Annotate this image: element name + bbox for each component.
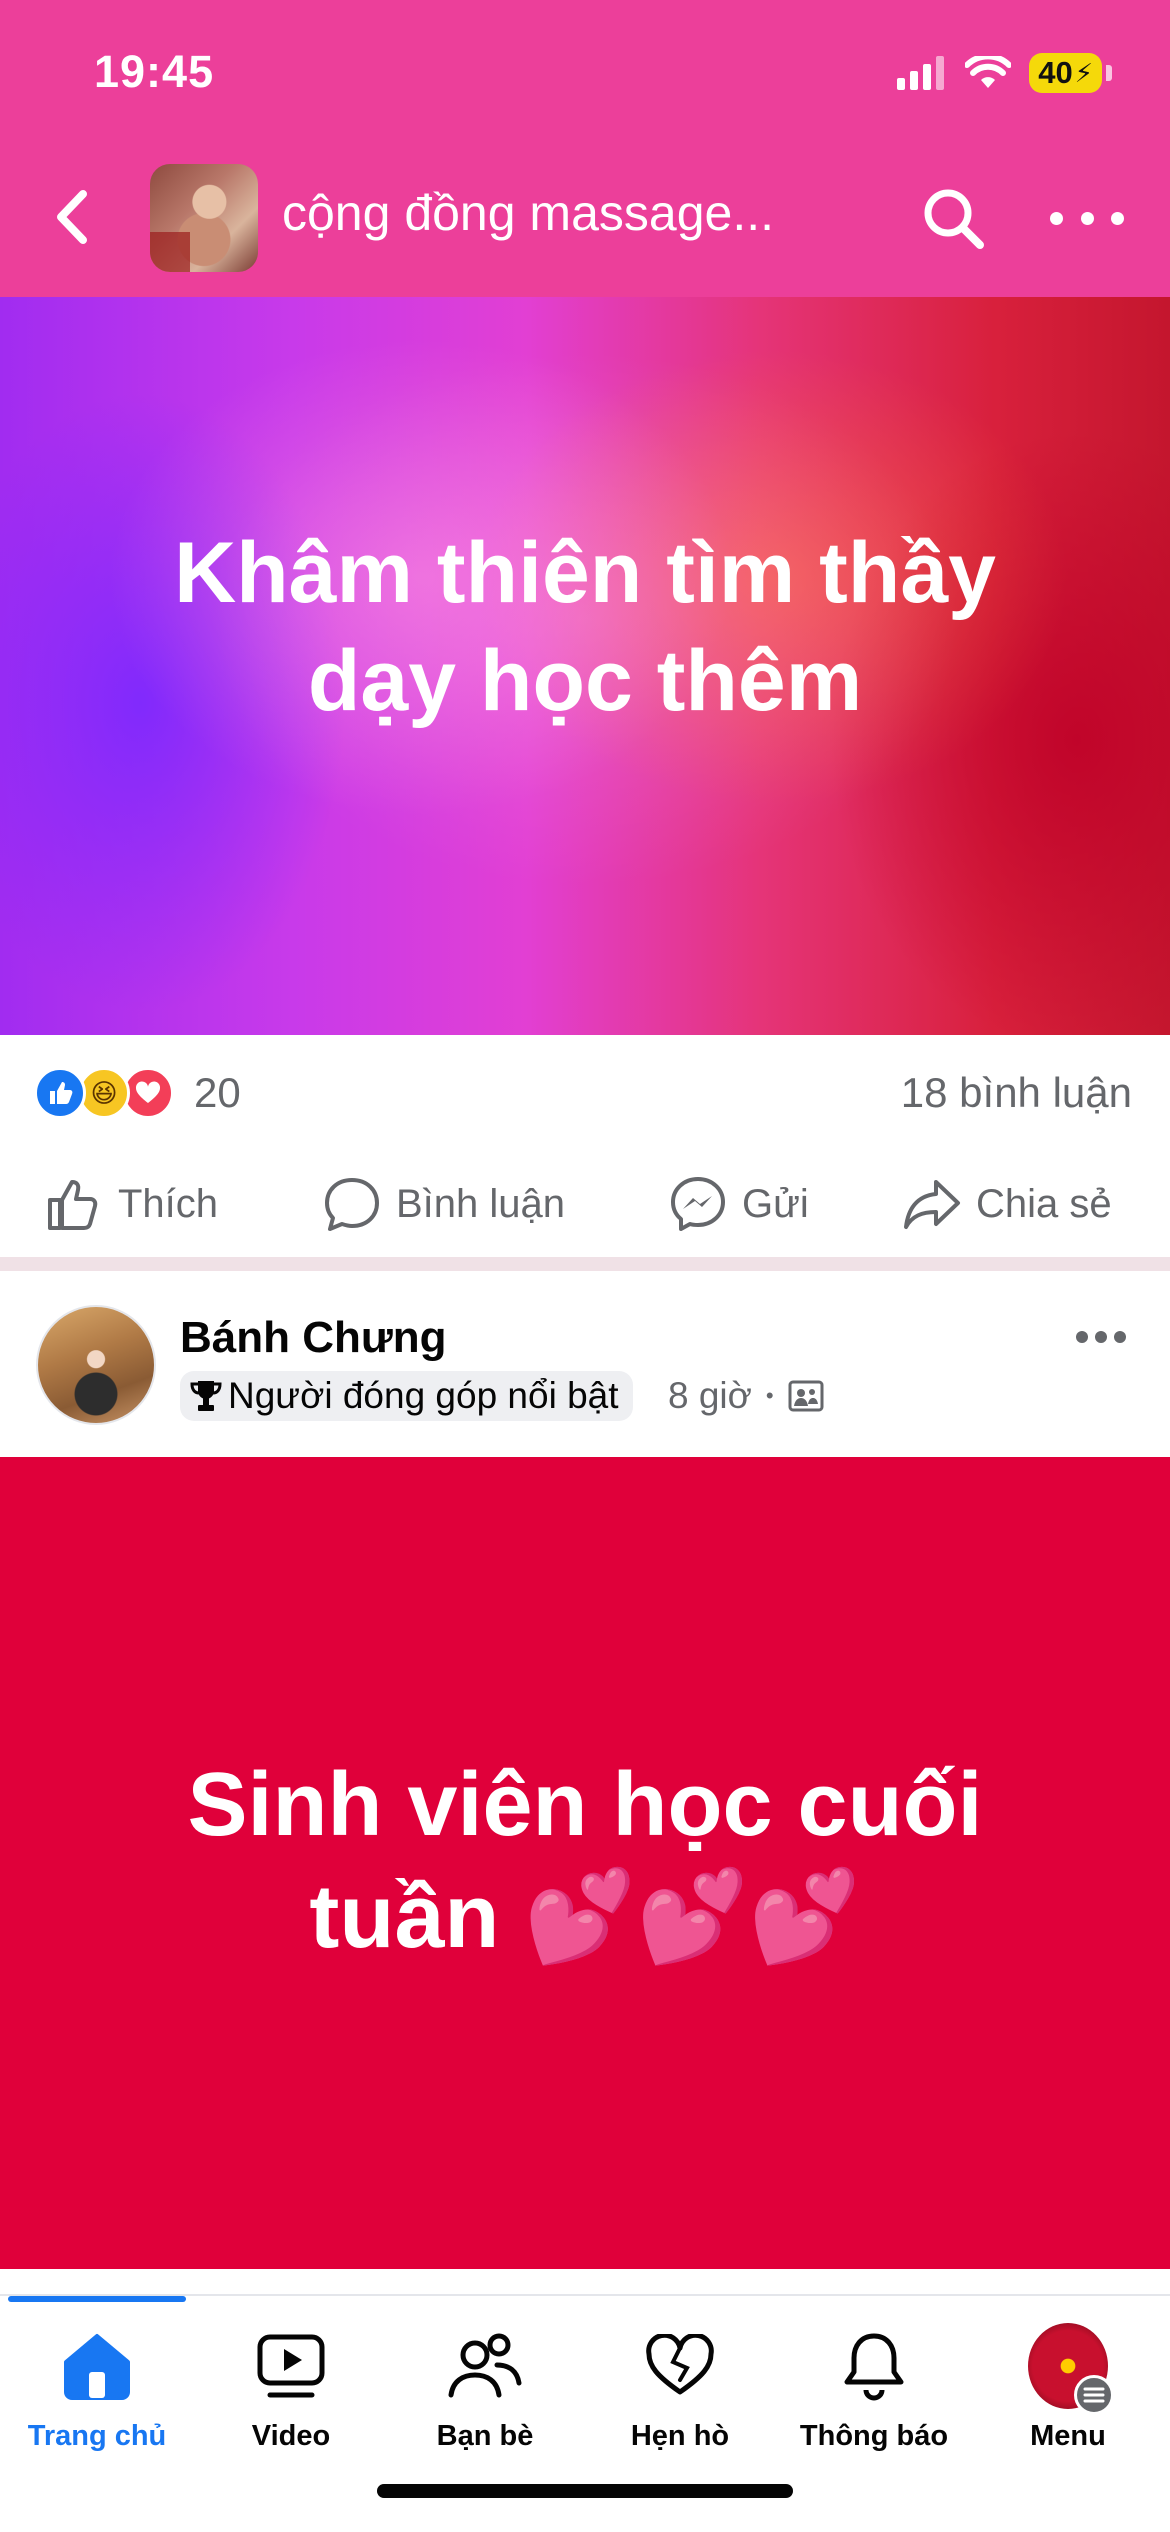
more-dot: [1050, 211, 1063, 225]
top-contributor-badge[interactable]: Người đóng góp nổi bật: [180, 1371, 633, 1421]
reaction-count[interactable]: 20: [194, 1069, 241, 1117]
tab-label: Video: [251, 2420, 331, 2452]
tab-label: Menu: [1030, 2420, 1106, 2452]
like-reaction-icon: [34, 1067, 86, 1119]
messenger-icon: [671, 1177, 725, 1231]
battery-level: 40: [1038, 55, 1073, 90]
post2-header: Bánh Chưng Người đóng góp nổi bật 8 giờ …: [0, 1271, 1170, 1457]
profile-avatar: [1028, 2323, 1114, 2415]
post1-action-bar: Thích Bình luận Gửi Chia sẻ: [0, 1153, 1170, 1257]
cellular-signal-icon: [897, 56, 945, 90]
tab-home[interactable]: Trang chủ: [0, 2326, 194, 2476]
menu-hamburger-icon: [1074, 2375, 1114, 2415]
chevron-left-icon: [57, 190, 87, 244]
more-dot: [1114, 1331, 1126, 1343]
thumbs-up-icon: [48, 1180, 98, 1230]
battery-cap: [1106, 65, 1112, 81]
post1-text-line1: Khâm thiên tìm thầy: [174, 525, 996, 621]
group-title[interactable]: cộng đồng massage...: [282, 184, 842, 242]
trophy-icon: [190, 1381, 222, 1411]
friends-icon: [448, 2333, 522, 2398]
back-button[interactable]: [44, 187, 98, 247]
post1-text-card[interactable]: Khâm thiên tìm thầy dạy học thêm: [0, 297, 1170, 1035]
share-button[interactable]: Chia sẻ: [902, 1171, 1112, 1237]
post2-text: Sinh viên học cuối tuần 💕💕💕: [80, 1749, 1090, 1973]
search-button[interactable]: [920, 185, 986, 251]
post2-text-line2: tuần 💕💕💕: [309, 1867, 861, 1967]
video-icon: [257, 2334, 325, 2398]
more-dot: [1111, 211, 1124, 225]
post-meta: 8 giờ •: [668, 1375, 824, 1417]
tab-notifications[interactable]: Thông báo: [777, 2326, 971, 2476]
comment-button[interactable]: Bình luận: [322, 1171, 565, 1237]
tab-friends[interactable]: Bạn bè: [388, 2326, 582, 2476]
tab-label: Hẹn hò: [630, 2420, 730, 2452]
post2-more-button[interactable]: [1076, 1331, 1126, 1345]
post2-text-line1: Sinh viên học cuối: [187, 1755, 983, 1855]
active-tab-indicator: [8, 2296, 186, 2302]
comment-label: Bình luận: [396, 1181, 566, 1226]
group-members-audience-icon: [788, 1380, 824, 1412]
group-header: 19:45 40 ⚡ cộng đồng massage...: [0, 0, 1170, 297]
comment-bubble-icon: [325, 1178, 379, 1231]
author-avatar[interactable]: [36, 1305, 156, 1425]
tab-video[interactable]: Video: [194, 2326, 388, 2476]
tab-label: Trang chủ: [27, 2420, 167, 2452]
like-button[interactable]: Thích: [44, 1171, 218, 1237]
share-arrow-icon: [904, 1180, 960, 1229]
author-name[interactable]: Bánh Chưng: [180, 1313, 447, 1363]
tab-label: Bạn bè: [436, 2420, 534, 2452]
status-time: 19:45: [94, 46, 215, 97]
post2-text-card[interactable]: Sinh viên học cuối tuần 💕💕💕: [0, 1457, 1170, 2269]
like-label: Thích: [118, 1181, 219, 1226]
more-dot: [1076, 1331, 1088, 1343]
more-options-button[interactable]: [1050, 188, 1124, 248]
dating-heart-icon: [646, 2334, 714, 2395]
charging-bolt-icon: ⚡: [1074, 57, 1093, 88]
reaction-icons: 😆: [34, 1067, 184, 1119]
status-indicators: 40 ⚡: [897, 50, 1112, 96]
home-icon: [64, 2334, 130, 2400]
send-label: Gửi: [742, 1181, 809, 1226]
more-dot: [1095, 1331, 1107, 1343]
post1-reaction-summary[interactable]: 😆 20 18 bình luận: [0, 1035, 1170, 1153]
battery-indicator: 40 ⚡: [1029, 53, 1102, 93]
wifi-icon: [965, 56, 1012, 88]
tab-menu[interactable]: Menu: [971, 2323, 1165, 2476]
post1-text-line2: dạy học thêm: [307, 633, 863, 729]
tab-label: Thông báo: [799, 2420, 949, 2452]
post-separator: [0, 1257, 1170, 1271]
bell-icon: [844, 2333, 904, 2401]
tab-dating[interactable]: Hẹn hò: [583, 2326, 777, 2476]
meta-separator: •: [765, 1383, 774, 1408]
more-dot: [1080, 211, 1094, 225]
share-label: Chia sẻ: [976, 1181, 1112, 1226]
post-time[interactable]: 8 giờ: [668, 1375, 752, 1417]
send-button[interactable]: Gửi: [668, 1171, 809, 1237]
badge-label: Người đóng góp nổi bật: [228, 1375, 619, 1416]
group-avatar[interactable]: [150, 164, 258, 272]
comment-count[interactable]: 18 bình luận: [901, 1069, 1132, 1117]
search-icon: [924, 189, 984, 249]
post1-text: Khâm thiên tìm thầy dạy học thêm: [60, 519, 1110, 735]
home-indicator: [377, 2484, 793, 2498]
